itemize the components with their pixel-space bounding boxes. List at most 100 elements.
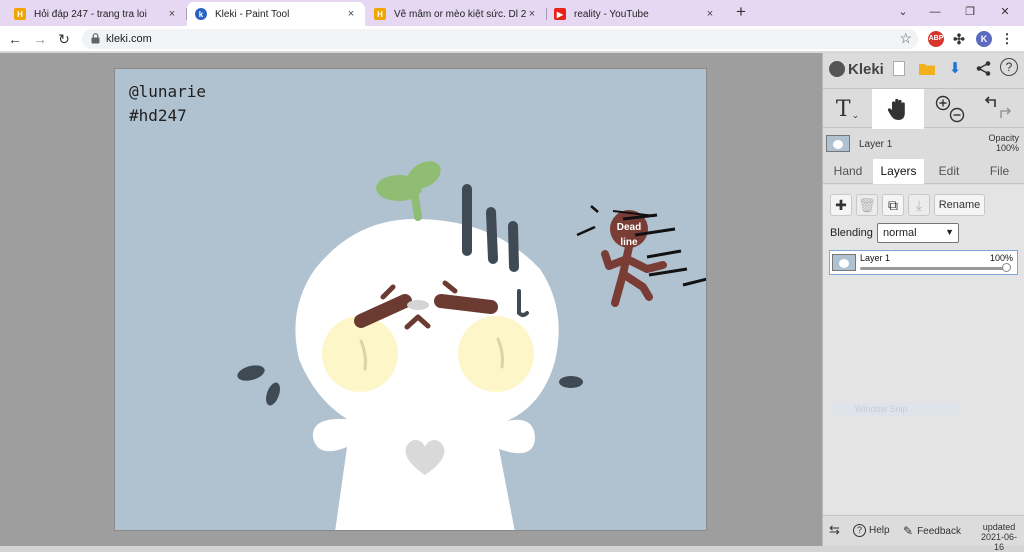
help-label: Help	[869, 525, 890, 536]
bookmark-star-icon[interactable]: ☆	[899, 30, 912, 47]
hand-icon	[887, 98, 905, 120]
drawing-canvas[interactable]: Dead line @lunarie #hd247	[114, 68, 707, 531]
layers-panel: ✚ 🗑 ⧉ ⤓ Rename Blending normal ▼ Layer 1…	[823, 185, 1024, 515]
h247-icon: H	[14, 8, 26, 20]
close-icon[interactable]: ×	[345, 8, 357, 20]
window-snip-overlay: Window Snip	[831, 402, 961, 417]
download-icon[interactable]: ⬇	[945, 58, 965, 78]
opacity-readout: Opacity 100%	[988, 133, 1019, 153]
help-link[interactable]: ? Help	[853, 524, 890, 537]
layer-thumbnail	[826, 135, 850, 152]
chevron-down-icon: ▼	[945, 227, 954, 237]
close-icon[interactable]: ×	[166, 8, 178, 20]
lock-icon	[91, 33, 100, 44]
browser-tab-hoidap[interactable]: H Hỏi đáp 247 - trang tra loi ×	[6, 2, 186, 26]
adblock-icon[interactable]: ABP	[928, 31, 944, 47]
tab-title: Hỏi đáp 247 - trang tra loi	[34, 8, 147, 20]
browser-menu-icon[interactable]: ⋮	[999, 31, 1015, 47]
help-icon[interactable]: ?	[1000, 58, 1018, 76]
kleki-logo: Kleki	[829, 58, 884, 80]
rename-button[interactable]: Rename	[934, 194, 985, 216]
duplicate-layer-button[interactable]: ⧉	[882, 194, 904, 216]
blending-value: normal	[883, 227, 917, 239]
tab-search-icon[interactable]: ⌄	[893, 3, 913, 21]
hand-tool-button[interactable]	[872, 89, 924, 129]
canvas-workspace[interactable]: Dead line @lunarie #hd247	[0, 53, 822, 546]
drawing-artwork: Dead line	[237, 161, 706, 530]
tool-panel: Kleki ⬇ ? T ⌄ Layer 1 Opacity 100% Hand …	[822, 53, 1024, 552]
tab-hand[interactable]: Hand	[823, 159, 873, 184]
browser-tab-drawing[interactable]: H Vẽ mâm or mèo kiệt sức. Dl 20/1 ×	[366, 2, 546, 26]
plus-icon: ✚	[835, 196, 847, 213]
new-tab-button[interactable]: +	[732, 3, 750, 21]
right-cheek	[458, 316, 534, 392]
tab-title: Vẽ mâm or mèo kiệt sức. Dl 20/1	[394, 8, 526, 20]
layer-list-item[interactable]: Layer 1 100%	[829, 250, 1018, 275]
sticker-line-2: line	[620, 237, 638, 248]
add-layer-button[interactable]: ✚	[830, 194, 852, 216]
merge-down-icon: ⤓	[915, 196, 923, 213]
back-icon[interactable]: ←	[6, 30, 24, 48]
tool-row: T ⌄	[823, 88, 1024, 129]
layer-opacity-handle[interactable]	[1002, 263, 1011, 272]
layer-name: Layer 1	[860, 253, 891, 263]
tab-title: Kleki - Paint Tool	[215, 8, 290, 20]
feedback-link[interactable]: ✎ Feedback	[903, 524, 961, 538]
zoom-out-icon[interactable]	[949, 107, 965, 123]
browser-tab-strip: H Hỏi đáp 247 - trang tra loi × k Kleki …	[0, 0, 1024, 26]
text-tool-icon: T	[835, 96, 851, 122]
share-icon[interactable]	[973, 58, 993, 78]
new-image-icon[interactable]	[889, 58, 909, 78]
tab-layers[interactable]: Layers	[873, 159, 924, 184]
tool-options-caret-icon: ⌄	[851, 111, 860, 121]
undo-icon[interactable]	[984, 96, 996, 107]
blending-select[interactable]: normal ▼	[877, 223, 959, 243]
tab-title: reality - YouTube	[574, 8, 649, 20]
signature-handle: @lunarie	[129, 82, 207, 101]
open-folder-icon[interactable]	[917, 58, 937, 78]
panel-footer: ⇆ ? Help ✎ Feedback updated 2021-06-16	[823, 515, 1024, 552]
updated-info: updated 2021-06-16	[977, 522, 1021, 552]
undo-redo-buttons	[975, 89, 1021, 129]
forward-icon[interactable]: →	[31, 30, 49, 48]
updated-label: updated	[982, 522, 1016, 532]
delete-layer-button[interactable]: 🗑	[856, 194, 878, 216]
current-layer-header: Layer 1 Opacity 100%	[823, 130, 1024, 158]
opacity-label: Opacity	[988, 133, 1019, 143]
reload-icon[interactable]: ↻	[55, 30, 73, 48]
updated-date: 2021-06-16	[980, 532, 1018, 552]
feedback-pen-icon: ✎	[903, 524, 914, 538]
opacity-value: 100%	[995, 143, 1019, 153]
profile-avatar[interactable]: K	[976, 31, 992, 47]
address-bar: ← → ↻ kleki.com ☆ ABP ✣ K ⋮	[0, 26, 1024, 52]
close-window-icon[interactable]: ✕	[995, 3, 1015, 21]
minimize-icon[interactable]: —	[925, 3, 945, 21]
url-field[interactable]: kleki.com ☆	[82, 29, 918, 49]
layer-thumbnail	[832, 254, 856, 271]
layer-opacity: 100%	[989, 253, 1013, 263]
tab-file[interactable]: File	[974, 159, 1024, 184]
browser-tab-youtube[interactable]: ▶ reality - YouTube ×	[546, 2, 724, 26]
h247-icon: H	[374, 8, 386, 20]
tab-edit[interactable]: Edit	[924, 159, 974, 184]
trash-icon: 🗑	[858, 196, 876, 213]
url-text: kleki.com	[106, 33, 152, 45]
extensions-icon[interactable]: ✣	[951, 31, 967, 47]
zoom-buttons	[927, 89, 973, 129]
merge-down-button[interactable]: ⤓	[908, 194, 930, 216]
signature-hashtag: #hd247	[129, 106, 187, 125]
layer-opacity-slider[interactable]	[860, 267, 1006, 270]
zoom-in-icon[interactable]	[935, 95, 951, 111]
restore-icon[interactable]: ❐	[960, 3, 980, 21]
blending-label: Blending	[830, 227, 873, 239]
duplicate-icon: ⧉	[888, 196, 898, 213]
youtube-icon: ▶	[554, 8, 566, 20]
app-name: Kleki	[848, 60, 884, 78]
redo-icon[interactable]	[1000, 107, 1012, 118]
text-tool-button[interactable]: T ⌄	[823, 89, 872, 129]
close-icon[interactable]: ×	[526, 8, 538, 20]
close-icon[interactable]: ×	[704, 8, 716, 20]
swap-sides-icon[interactable]: ⇆	[829, 522, 840, 538]
browser-tab-kleki[interactable]: k Kleki - Paint Tool ×	[187, 2, 365, 26]
kleki-logo-icon	[829, 61, 845, 77]
